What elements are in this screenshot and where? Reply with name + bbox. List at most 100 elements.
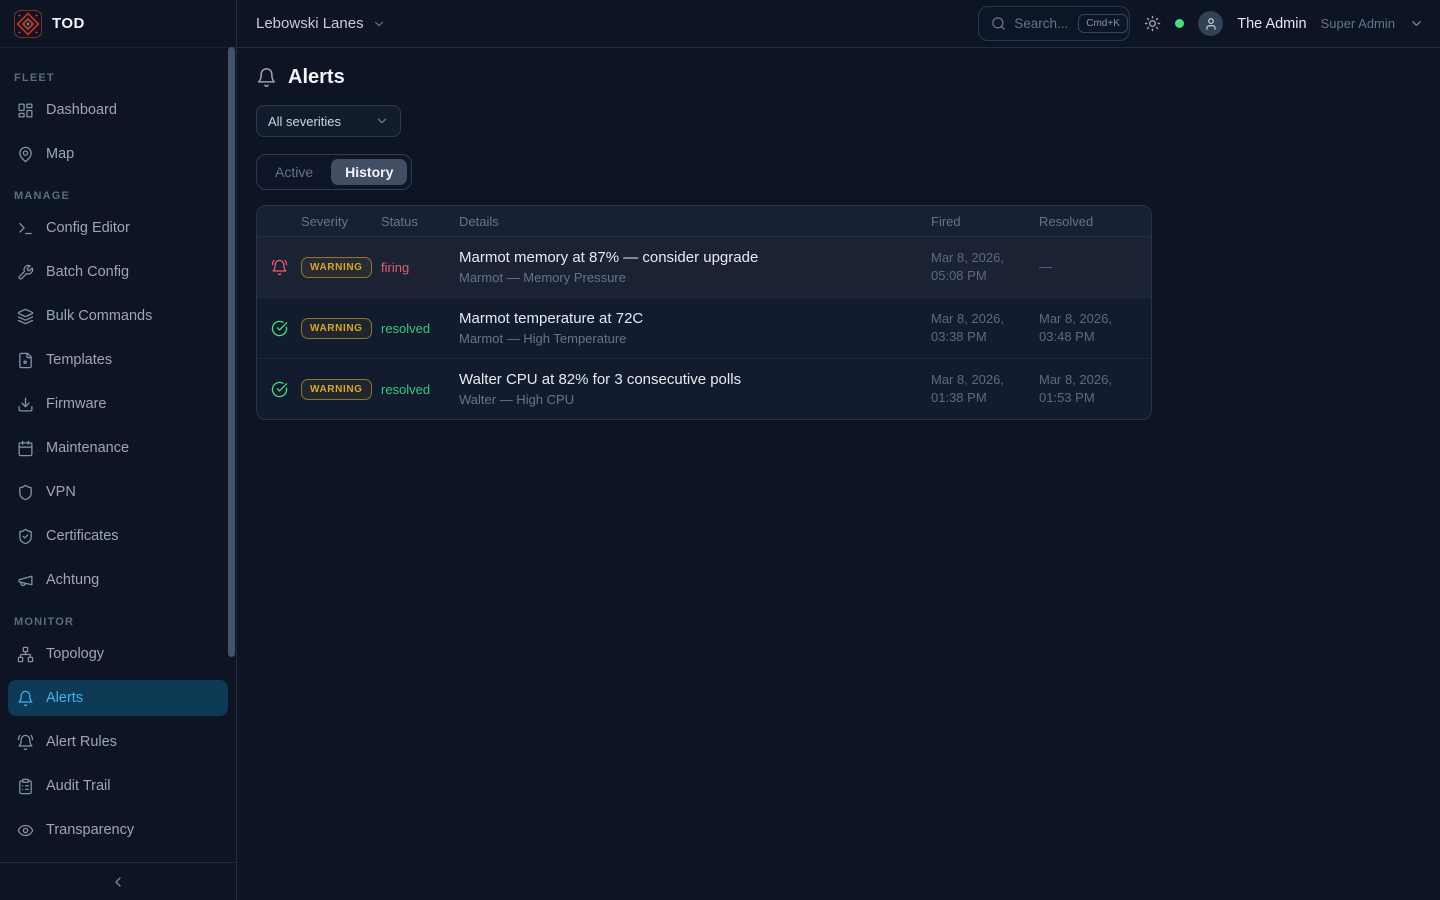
- eye-icon: [16, 821, 34, 839]
- sidebar-nav: FLEET Dashboard Map MANAGE Config Editor: [0, 48, 236, 862]
- search-field[interactable]: [1014, 16, 1070, 31]
- page-heading: Alerts: [256, 66, 1420, 89]
- sidebar-item-label: Alert Rules: [46, 734, 117, 750]
- alerts-table: Severity Status Details Fired Resolved W…: [256, 205, 1152, 420]
- alerts-page: Alerts All severities Active History Sev…: [237, 48, 1440, 420]
- clipboard-icon: [16, 777, 34, 795]
- alerts-view-tabs: Active History: [256, 154, 412, 190]
- severity-badge: WARNING: [301, 257, 372, 278]
- map-pin-icon: [16, 145, 34, 163]
- shield-icon: [16, 483, 34, 501]
- user-menu-button[interactable]: [1409, 16, 1424, 31]
- brand-name: TOD: [52, 15, 85, 32]
- sun-icon: [1144, 15, 1161, 32]
- sidebar-scrollbar[interactable]: [228, 47, 235, 657]
- column-resolved: Resolved: [1039, 214, 1151, 229]
- shield-check-icon: [16, 527, 34, 545]
- fired-timestamp: Mar 8, 2026, 05:08 PM: [931, 249, 1039, 284]
- sidebar-item-label: Batch Config: [46, 264, 129, 280]
- resolved-timestamp: Mar 8, 2026, 03:48 PM: [1039, 310, 1151, 345]
- sidebar-item-templates[interactable]: Templates: [8, 342, 228, 378]
- severity-filter-value: All severities: [268, 114, 341, 129]
- section-label-monitor: MONITOR: [14, 616, 228, 628]
- terminal-icon: [16, 219, 34, 237]
- avatar[interactable]: [1198, 11, 1223, 36]
- sidebar-item-map[interactable]: Map: [8, 136, 228, 172]
- connection-status-dot: [1175, 19, 1184, 28]
- main-area: Lebowski Lanes Cmd+K: [237, 0, 1440, 900]
- sidebar-item-firmware[interactable]: Firmware: [8, 386, 228, 422]
- dashboard-icon: [16, 101, 34, 119]
- sidebar-item-dashboard[interactable]: Dashboard: [8, 92, 228, 128]
- severity-badge: WARNING: [301, 379, 372, 400]
- table-row[interactable]: WARNING resolved Walter CPU at 82% for 3…: [257, 359, 1151, 419]
- column-status: Status: [381, 214, 459, 229]
- sidebar-item-bulk-commands[interactable]: Bulk Commands: [8, 298, 228, 334]
- bell-ring-icon: [257, 259, 301, 276]
- sidebar-item-alert-rules[interactable]: Alert Rules: [8, 724, 228, 760]
- check-circle-icon: [257, 381, 301, 398]
- theme-toggle-button[interactable]: [1144, 15, 1161, 32]
- sidebar-item-label: VPN: [46, 484, 76, 500]
- sidebar-item-vpn[interactable]: VPN: [8, 474, 228, 510]
- table-row[interactable]: WARNING firing Marmot memory at 87% — co…: [257, 237, 1151, 298]
- topbar: Lebowski Lanes Cmd+K: [237, 0, 1440, 48]
- sidebar-item-certificates[interactable]: Certificates: [8, 518, 228, 554]
- table-row[interactable]: WARNING resolved Marmot temperature at 7…: [257, 298, 1151, 359]
- search-icon: [991, 16, 1006, 31]
- alert-source: Walter — High CPU: [459, 392, 931, 407]
- column-severity: Severity: [301, 214, 381, 229]
- alert-source: Marmot — High Temperature: [459, 331, 931, 346]
- sidebar-item-label: Maintenance: [46, 440, 129, 456]
- status-text: resolved: [381, 321, 459, 336]
- page-title: Alerts: [288, 66, 345, 89]
- resolved-timestamp: —: [1039, 258, 1151, 276]
- alert-title: Walter CPU at 82% for 3 consecutive poll…: [459, 371, 931, 388]
- sidebar-item-label: Transparency: [46, 822, 134, 838]
- sidebar: TOD FLEET Dashboard Map MANAGE Config Ed…: [0, 0, 237, 900]
- chevron-left-icon: [110, 874, 126, 890]
- sidebar-item-label: Templates: [46, 352, 112, 368]
- calendar-icon: [16, 439, 34, 457]
- user-role-badge: Super Admin: [1321, 16, 1395, 31]
- sidebar-item-audit-trail[interactable]: Audit Trail: [8, 768, 228, 804]
- sidebar-item-topology[interactable]: Topology: [8, 636, 228, 672]
- alerts-table-body: WARNING firing Marmot memory at 87% — co…: [257, 237, 1151, 419]
- sidebar-item-label: Dashboard: [46, 102, 117, 118]
- tab-history[interactable]: History: [331, 159, 407, 185]
- sidebar-header: TOD: [0, 0, 236, 48]
- topology-icon: [16, 645, 34, 663]
- status-text: firing: [381, 260, 459, 275]
- sidebar-item-config-editor[interactable]: Config Editor: [8, 210, 228, 246]
- status-text: resolved: [381, 382, 459, 397]
- sidebar-item-transparency[interactable]: Transparency: [8, 812, 228, 848]
- bell-icon: [16, 689, 34, 707]
- sidebar-item-label: Topology: [46, 646, 104, 662]
- sidebar-item-label: Audit Trail: [46, 778, 110, 794]
- tab-active[interactable]: Active: [261, 159, 327, 185]
- sidebar-item-alerts[interactable]: Alerts: [8, 680, 228, 716]
- sidebar-collapse-button[interactable]: [0, 862, 236, 900]
- megaphone-icon: [16, 571, 34, 589]
- alert-title: Marmot memory at 87% — consider upgrade: [459, 249, 931, 266]
- sidebar-item-label: Map: [46, 146, 74, 162]
- sidebar-item-label: Bulk Commands: [46, 308, 152, 324]
- sidebar-item-batch-config[interactable]: Batch Config: [8, 254, 228, 290]
- severity-filter-select[interactable]: All severities: [256, 105, 401, 137]
- search-input[interactable]: Cmd+K: [978, 6, 1130, 41]
- org-name: Lebowski Lanes: [256, 15, 364, 32]
- download-icon: [16, 395, 34, 413]
- sidebar-item-achtung[interactable]: Achtung: [8, 562, 228, 598]
- section-label-manage: MANAGE: [14, 190, 228, 202]
- sidebar-item-label: Certificates: [46, 528, 119, 544]
- search-shortcut-badge: Cmd+K: [1078, 14, 1128, 33]
- severity-badge: WARNING: [301, 318, 372, 339]
- alert-source: Marmot — Memory Pressure: [459, 270, 931, 285]
- sidebar-item-maintenance[interactable]: Maintenance: [8, 430, 228, 466]
- alerts-table-header: Severity Status Details Fired Resolved: [257, 206, 1151, 237]
- bell-icon: [256, 67, 277, 88]
- org-switcher[interactable]: Lebowski Lanes: [256, 15, 386, 32]
- sidebar-item-label: Firmware: [46, 396, 106, 412]
- user-name: The Admin: [1237, 16, 1306, 32]
- file-icon: [16, 351, 34, 369]
